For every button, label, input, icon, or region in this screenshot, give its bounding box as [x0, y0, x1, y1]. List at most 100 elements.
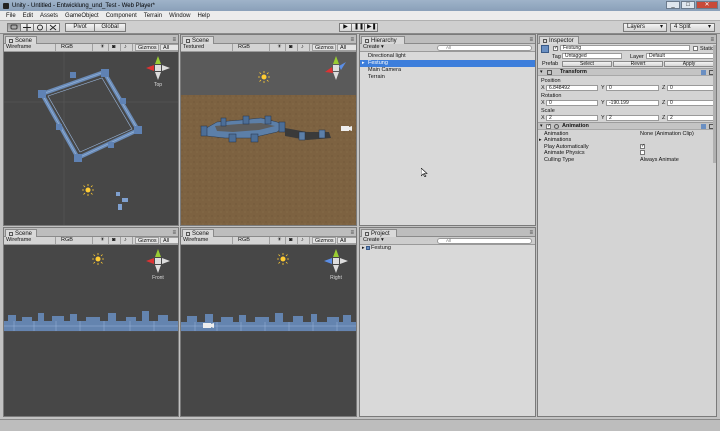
close-button[interactable]: ✕ [696, 1, 718, 9]
render-mode-dropdown[interactable]: Textured [181, 44, 233, 51]
scale-y-field[interactable]: 2 [606, 115, 659, 121]
tab-inspector[interactable]: Inspector [539, 36, 579, 44]
position-x-field[interactable]: 6.848492 [546, 85, 598, 91]
scene-search[interactable]: All [337, 237, 356, 244]
lighting-toggle-icon[interactable]: ☀ [98, 237, 109, 244]
panel-menu-icon[interactable]: ≡ [710, 37, 714, 43]
color-mode-dropdown[interactable]: RGB [236, 237, 270, 244]
move-tool-button[interactable] [21, 23, 34, 32]
panel-menu-icon[interactable]: ≡ [172, 37, 176, 43]
hierarchy-item-selected[interactable]: ▸ Festung [360, 60, 535, 67]
lighting-toggle-icon[interactable]: ☀ [275, 44, 286, 51]
gizmos-dropdown[interactable]: Gizmos ▾ [135, 44, 159, 58]
minimize-button[interactable]: _ [666, 1, 680, 9]
menu-file[interactable]: File [6, 13, 16, 19]
light-icon[interactable] [277, 253, 289, 265]
menu-edit[interactable]: Edit [23, 13, 33, 19]
animation-enabled-checkbox[interactable]: ✓ [546, 124, 551, 129]
panel-menu-icon[interactable]: ≡ [529, 37, 533, 43]
menu-terrain[interactable]: Terrain [144, 13, 162, 19]
menu-component[interactable]: Component [106, 13, 137, 19]
hand-tool-button[interactable] [7, 23, 21, 32]
rotation-x-field[interactable]: 0 [546, 100, 598, 106]
scene-search[interactable]: All [160, 237, 178, 244]
orientation-gizmo[interactable]: Top [144, 54, 172, 92]
tab-project[interactable]: Project [361, 229, 397, 237]
tab-scene[interactable]: Scene [5, 36, 37, 44]
scene-search[interactable]: All [160, 44, 178, 51]
panel-menu-icon[interactable]: ≡ [350, 37, 354, 43]
expand-arrow-icon[interactable]: ▸ [362, 245, 365, 252]
rotate-tool-button[interactable] [34, 23, 47, 32]
pause-button[interactable]: ❚❚ [352, 23, 365, 32]
project-item[interactable]: ▸ Festung [360, 245, 535, 252]
layer-dropdown[interactable]: Default [646, 53, 714, 59]
gizmos-dropdown[interactable]: Gizmos ▾ [312, 44, 336, 58]
color-mode-dropdown[interactable]: RGB [59, 237, 93, 244]
panel-menu-icon[interactable]: ≡ [529, 230, 533, 236]
inspector-scrollbar[interactable] [713, 45, 716, 163]
tab-hierarchy[interactable]: Hierarchy [361, 36, 405, 44]
scale-z-field[interactable]: 2 [667, 115, 715, 121]
hierarchy-item[interactable]: Main Camera [360, 67, 535, 74]
scene-search[interactable]: All [337, 44, 356, 51]
render-mode-dropdown[interactable]: Wireframe [181, 237, 233, 244]
prefab-apply-button[interactable]: Apply [664, 61, 714, 67]
menu-help[interactable]: Help [197, 13, 209, 19]
foldout-arrow-icon[interactable]: ▾ [540, 69, 543, 76]
play-button[interactable]: ▶ [339, 23, 352, 32]
step-button[interactable]: ▶❚ [365, 23, 378, 32]
hierarchy-search-input[interactable]: All [437, 45, 532, 51]
audio-toggle-icon[interactable]: ♪ [299, 44, 310, 51]
scale-x-field[interactable]: 2 [546, 115, 598, 121]
global-toggle[interactable]: Global [95, 23, 126, 32]
hierarchy-item[interactable]: Terrain [360, 74, 535, 81]
maximize-button[interactable]: □ [681, 1, 695, 9]
render-mode-dropdown[interactable]: Wireframe [4, 237, 56, 244]
animation-header[interactable]: ▾ ✓ Animation [538, 122, 716, 130]
audio-toggle-icon[interactable]: ♪ [299, 237, 310, 244]
light-icon[interactable] [82, 184, 94, 196]
create-dropdown[interactable]: Create ▾ [363, 44, 384, 50]
color-mode-dropdown[interactable]: RGB [59, 44, 93, 51]
light-icon[interactable] [92, 253, 104, 265]
rotation-z-field[interactable]: 0 [667, 100, 715, 106]
culling-type-dropdown[interactable]: Always Animate [640, 157, 679, 163]
fx-toggle-icon[interactable]: ◙ [110, 237, 121, 244]
gizmos-dropdown[interactable]: Gizmos ▾ [312, 237, 336, 251]
prefab-select-button[interactable]: Select [562, 61, 612, 67]
tab-scene[interactable]: Scene [182, 229, 214, 237]
foldout-arrow-icon[interactable]: ▾ [540, 123, 543, 130]
transform-header[interactable]: ▾ Transform [538, 68, 716, 76]
active-checkbox[interactable]: ✓ [553, 46, 558, 51]
viewport-top[interactable]: Top [4, 52, 178, 225]
lighting-toggle-icon[interactable]: ☀ [98, 44, 109, 51]
panel-menu-icon[interactable]: ≡ [172, 230, 176, 236]
help-icon[interactable] [701, 124, 706, 129]
scale-tool-button[interactable] [47, 23, 60, 32]
play-automatically-checkbox[interactable]: ✓ [640, 144, 645, 149]
position-z-field[interactable]: 0 [667, 85, 715, 91]
gizmos-dropdown[interactable]: Gizmos ▾ [135, 237, 159, 251]
render-mode-dropdown[interactable]: Wireframe [4, 44, 56, 51]
animation-clip-value[interactable]: None (Animation Clip) [640, 131, 694, 137]
rotation-y-field[interactable]: -190.199 [606, 100, 659, 106]
position-y-field[interactable]: 0 [606, 85, 659, 91]
orientation-gizmo[interactable] [322, 54, 350, 92]
tag-dropdown[interactable]: Untagged [562, 53, 622, 59]
viewport-perspective[interactable] [181, 52, 356, 225]
tab-scene[interactable]: Scene [182, 36, 214, 44]
menu-window[interactable]: Window [169, 13, 190, 19]
menu-gameobject[interactable]: GameObject [65, 13, 99, 19]
panel-menu-icon[interactable]: ≡ [350, 230, 354, 236]
object-name-field[interactable]: Festung [560, 45, 690, 51]
color-mode-dropdown[interactable]: RGB [236, 44, 270, 51]
hierarchy-item[interactable]: Directional light [360, 53, 535, 60]
fx-toggle-icon[interactable]: ◙ [287, 237, 298, 244]
layout-dropdown[interactable]: 4 Split ▾ [670, 23, 715, 32]
light-icon[interactable] [258, 71, 270, 83]
animate-physics-checkbox[interactable] [640, 150, 645, 155]
menu-assets[interactable]: Assets [40, 13, 58, 19]
foldout-arrow-icon[interactable]: ▸ [539, 137, 542, 143]
help-icon[interactable] [701, 70, 706, 75]
